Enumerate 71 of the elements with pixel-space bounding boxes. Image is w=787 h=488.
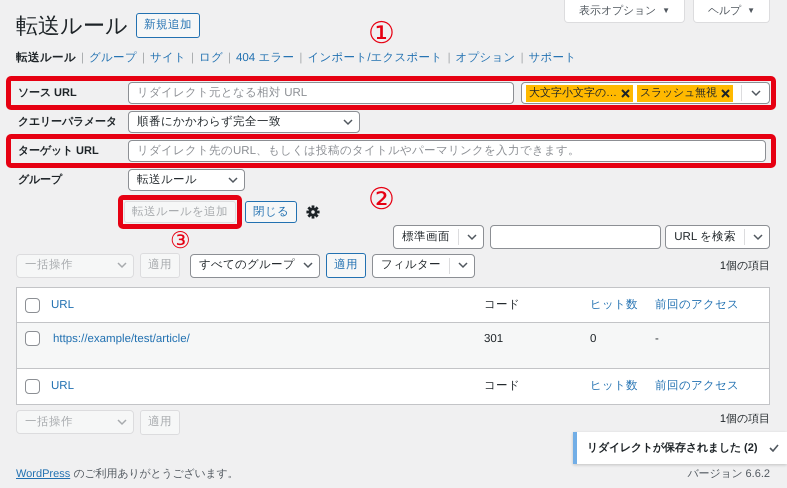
chevron-down-icon — [753, 234, 763, 241]
notice-text: リダイレクトが保存されました (2) — [587, 440, 758, 456]
chevron-down-icon — [343, 118, 353, 126]
chevron-down-icon — [117, 262, 127, 270]
text-input[interactable]: リダイレクト先のURL、もしくは投稿のタイトルやパーマリンクを入力できます。 — [128, 140, 766, 162]
separator: | — [520, 51, 524, 66]
screen-option-button[interactable]: ヘルプ ▼ — [693, 0, 770, 23]
remove-icon[interactable] — [721, 88, 730, 98]
step-number: ① — [368, 19, 395, 49]
tag-select-field[interactable]: 大文字小文字の… スラッシュ無視 — [521, 82, 770, 104]
row-checkbox[interactable] — [25, 331, 40, 346]
version-text: バージョン 6.6.2 — [687, 466, 770, 482]
separator: | — [448, 51, 451, 66]
select-field[interactable]: 順番にかかわらず完全一致 — [128, 111, 360, 134]
footer-text: WordPress のご利用ありがとうございます。 — [16, 466, 238, 482]
separator: | — [81, 51, 84, 66]
chevron-down-icon — [458, 262, 468, 270]
table-cell-text: 0 — [589, 332, 596, 348]
select-field[interactable]: 標準画面 — [393, 225, 484, 250]
table-cell-text: 301 — [483, 332, 504, 348]
nav-link[interactable]: サイト — [150, 50, 186, 68]
nav-link[interactable]: サポート — [528, 50, 577, 68]
screen-option-button[interactable]: 表示オプション ▼ — [564, 0, 686, 23]
chevron-down-icon — [751, 90, 761, 97]
column-header-link[interactable]: URL — [45, 378, 74, 396]
column-header: コード — [483, 298, 520, 313]
chevron-down-icon — [117, 418, 127, 426]
nav-link[interactable]: 転送ルール — [16, 50, 76, 68]
separator: | — [299, 51, 302, 66]
text-input[interactable]: リダイレクト元となる相対 URL — [128, 82, 514, 104]
field-label: クエリーパラメータ — [17, 115, 118, 130]
redirect-link[interactable]: https://example/test/article/ — [45, 331, 190, 348]
select-all-checkbox[interactable] — [25, 298, 40, 313]
close-button[interactable]: 閉じる — [245, 201, 297, 224]
table-cell-text: - — [654, 332, 659, 348]
separator: | — [191, 51, 194, 66]
column-header-link[interactable]: ヒット数 — [584, 378, 638, 396]
check-icon — [769, 444, 779, 452]
column-header-link[interactable]: 前回のアクセス — [649, 378, 739, 396]
nav-link[interactable]: インポート/エクスポート — [307, 50, 443, 68]
remove-icon[interactable] — [621, 88, 630, 98]
field-label: ソース URL — [17, 86, 78, 101]
field-label: グループ — [17, 172, 64, 188]
item-count: 1個の項目 — [720, 258, 770, 274]
option-tag[interactable]: 大文字小文字の… — [526, 84, 633, 102]
search-field[interactable] — [490, 225, 662, 250]
column-header: コード — [483, 379, 520, 394]
column-header-link[interactable]: URL — [45, 296, 74, 314]
nav-link[interactable]: グループ — [89, 50, 137, 68]
select-all-checkbox[interactable] — [25, 379, 40, 394]
nav-link[interactable]: 404 エラー — [236, 50, 294, 68]
page-title: 転送ルール — [16, 14, 128, 36]
nav-link[interactable]: ログ — [199, 50, 223, 68]
settings-icon[interactable] — [306, 205, 320, 220]
column-header-link[interactable]: 前回のアクセス — [649, 296, 739, 314]
option-tag[interactable]: スラッシュ無視 — [637, 84, 733, 102]
step-number: ② — [368, 185, 395, 215]
select-field[interactable]: URL を検索 — [665, 225, 770, 250]
chevron-down-icon — [467, 234, 478, 241]
separator: | — [228, 51, 231, 66]
wordpress-link[interactable]: WordPress — [16, 468, 70, 480]
add-new-button[interactable]: 新規追加 — [136, 13, 200, 38]
select-field[interactable]: 転送ルール — [128, 169, 245, 192]
step-number: ③ — [170, 229, 191, 252]
separator: | — [142, 51, 145, 66]
field-label: ターゲット URL — [17, 144, 100, 159]
item-count: 1個の項目 — [720, 412, 770, 428]
chevron-down-icon — [303, 262, 313, 270]
column-header-link[interactable]: ヒット数 — [584, 296, 638, 314]
chevron-down-icon — [228, 176, 238, 184]
nav-link[interactable]: オプション — [456, 50, 516, 68]
